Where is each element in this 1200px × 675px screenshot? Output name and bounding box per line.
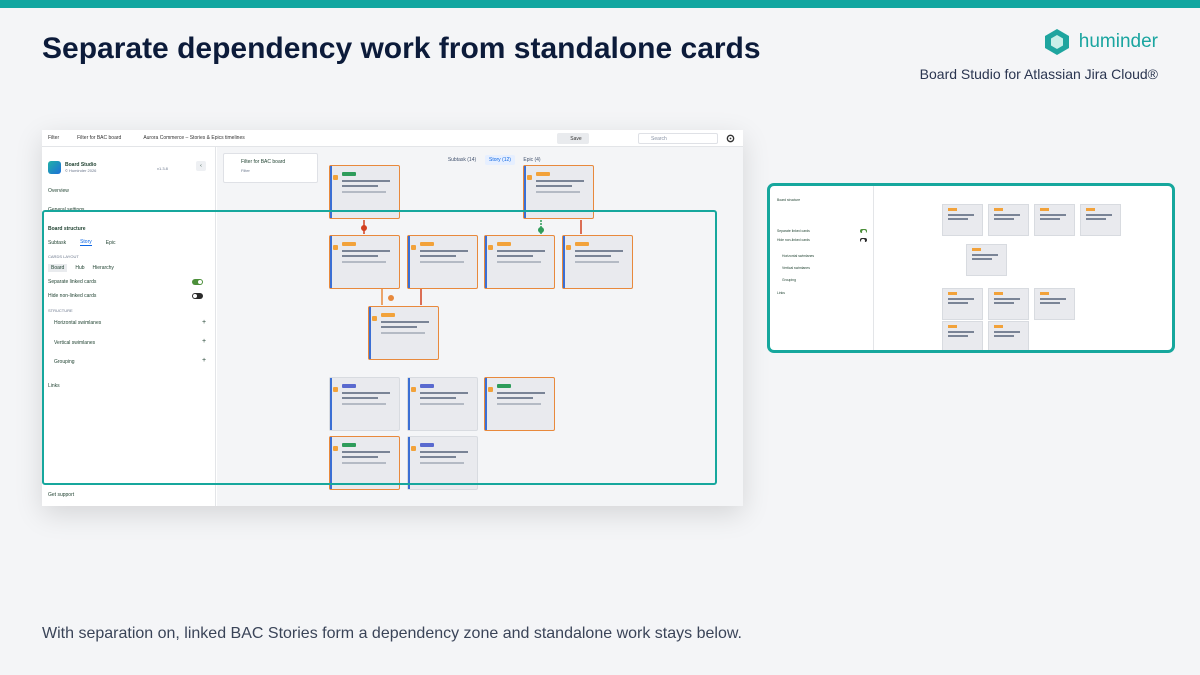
card-part [536,180,584,182]
card-part [994,292,1003,295]
card-part [342,172,356,176]
preview-structure-item: Grouping [782,278,796,282]
preview-hide-toggle [860,238,867,243]
filter-name[interactable]: Filter for BAC board [77,135,121,141]
card-part [994,218,1014,220]
preview-separate-toggle [860,229,867,234]
card-part [536,172,550,176]
caption: With separation on, linked BAC Stories f… [42,625,742,642]
card-part [948,218,968,220]
preview-card [1034,204,1075,236]
card-part [994,302,1014,304]
gear-icon[interactable] [726,134,735,143]
card-part [994,331,1020,333]
get-support-link[interactable]: Get support [48,492,74,498]
card-part [994,214,1020,216]
preview-structure-item: Vertical swimlanes [782,266,810,270]
card-part [1086,208,1095,211]
preview-links: Links [777,291,785,295]
preview-card [942,288,983,320]
search-input[interactable]: Search [638,133,718,144]
top-accent-bar [0,0,1200,8]
card-part [948,331,974,333]
card-part [527,175,532,180]
card-part [1086,214,1112,216]
preview-card [988,288,1029,320]
card-part [948,208,957,211]
preview-card [1034,288,1075,320]
board-name[interactable]: Aurora Commerce – Stories & Epics timeli… [143,135,244,141]
preview-board-structure: Board structure [777,198,801,202]
card-part [948,302,968,304]
page-title: Separate dependency work from standalone… [42,32,761,65]
logo-hexagon-icon [1044,29,1069,55]
card-part [342,191,386,193]
card-part [333,175,338,180]
preview-card [988,321,1029,350]
sidebar-app-header: Board Studio © Huminder 2026 [48,161,96,174]
save-button[interactable]: Save [557,133,589,144]
preview-card [1080,204,1121,236]
dependency-zone-highlight [42,210,717,485]
card-part [994,325,1003,328]
card-part [1040,302,1060,304]
preview-hide-label: Hide non-linked cards [777,238,810,242]
card-part [536,191,580,193]
card-part [948,298,974,300]
card-part [948,325,957,328]
preview-separate-label: Separate linked cards [777,229,810,233]
card-part [1040,298,1066,300]
chevron-left-icon[interactable]: ‹ [196,161,206,171]
preview-card [988,204,1029,236]
overview-label: Overview [48,188,69,194]
card-part [994,335,1014,337]
card-part [994,208,1003,211]
sidebar-item-overview[interactable]: Overview [48,188,69,194]
hide-non-linked-preview: Board structure Separate linked cards Hi… [767,183,1175,353]
card-part [948,292,957,295]
brand-name: huminder [1078,31,1158,52]
card-part [342,185,378,187]
card-part [536,185,572,187]
card-part [948,214,974,216]
card-part [948,335,968,337]
card-part [1040,218,1060,220]
search-placeholder: Search [651,135,667,142]
filter-dropdown[interactable]: Filter [48,135,59,141]
card-part [1086,218,1106,220]
card-part [1040,208,1049,211]
save-label: Save [570,135,582,142]
app-copyright: © Huminder 2026 [65,168,97,173]
card-part [972,258,992,260]
app-toolbar: Filter Filter for BAC board Aurora Comme… [42,130,743,147]
board-studio-logo [48,161,61,174]
preview-card [942,321,983,350]
preview-structure-item: Horizontal swimlanes [782,254,815,258]
card-part [1040,214,1066,216]
version-label: v1.3.8 [157,166,168,171]
card-part [342,180,390,182]
preview-sidebar: Board structure Separate linked cards Hi… [770,186,874,350]
card-part [1040,292,1049,295]
support-label: Get support [48,492,75,498]
card-part [994,298,1020,300]
preview-card [942,204,983,236]
brand: huminder [1043,28,1158,56]
card-part [972,248,981,251]
subtitle: Board Studio for Atlassian Jira Cloud® [919,66,1158,82]
card-part [972,254,998,256]
preview-card [966,244,1007,276]
